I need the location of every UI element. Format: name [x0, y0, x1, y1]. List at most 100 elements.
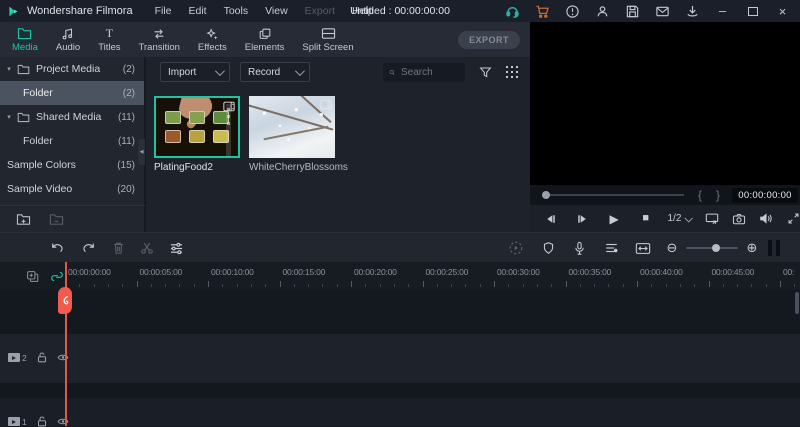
video-viewport[interactable] — [530, 22, 800, 185]
tab-titles[interactable]: T Titles — [98, 26, 120, 57]
next-frame-button[interactable] — [576, 212, 590, 226]
mail-icon[interactable] — [655, 4, 670, 19]
minimize-button[interactable]: – — [715, 4, 730, 19]
tab-media[interactable]: Media — [12, 26, 38, 57]
media-folder-icon — [17, 26, 32, 41]
stop-button[interactable]: ■ — [639, 212, 653, 226]
menu-edit[interactable]: Edit — [188, 5, 206, 17]
marker-shield-icon[interactable] — [540, 240, 556, 256]
undo-icon[interactable] — [49, 240, 65, 256]
render-preview-icon[interactable] — [508, 240, 524, 256]
preview-panel: { } 00:00:00:00 ▶ ■ 1/2 — [530, 22, 800, 232]
tab-effects[interactable]: Effects — [198, 26, 227, 57]
toggle-visibility-eye-icon[interactable] — [57, 353, 69, 362]
adjust-settings-icon[interactable] — [168, 240, 184, 256]
scrubber-track[interactable] — [550, 194, 684, 196]
search-input[interactable] — [399, 66, 459, 79]
media-item[interactable]: PlatingFood2 — [154, 96, 240, 173]
grid-view-icon[interactable] — [506, 66, 518, 78]
video-track-1[interactable]: 1 — [0, 398, 800, 426]
media-item[interactable]: WhiteCherryBlossoms — [249, 96, 335, 173]
scrubber-handle[interactable] — [542, 191, 550, 199]
lock-track-icon[interactable] — [37, 352, 47, 363]
sidebar-item-shared-media[interactable]: ▾ Shared Media (11) — [0, 105, 144, 129]
playhead-handle[interactable] — [58, 287, 72, 314]
headset-support-icon[interactable] — [505, 4, 520, 19]
search-box[interactable] — [383, 63, 465, 82]
sidebar-item-sample-colors[interactable]: Sample Colors (15) — [0, 153, 144, 177]
timeline-empty-row[interactable] — [0, 290, 800, 334]
caret-down-icon[interactable]: ▾ — [4, 113, 14, 121]
titlebar-icons: – × — [505, 4, 800, 19]
maximize-button[interactable] — [745, 4, 760, 19]
preview-timecode: 00:00:00:00 — [732, 188, 798, 203]
lock-track-icon[interactable] — [37, 416, 47, 427]
titles-t-icon: T — [106, 26, 113, 41]
voiceover-mic-icon[interactable] — [571, 240, 587, 256]
mark-in-icon[interactable]: { — [698, 188, 702, 202]
sidebar-footer-toolbar — [0, 205, 145, 232]
tab-audio[interactable]: Audio — [56, 26, 80, 57]
delete-trash-icon[interactable] — [110, 240, 126, 256]
ruler-timecode-label: 00:00:40:00 — [640, 267, 683, 277]
split-scissors-icon[interactable] — [139, 240, 155, 256]
zoom-in-icon[interactable]: ⊕ — [744, 240, 760, 256]
ruler-timecode-label: 00:00:05:00 — [140, 267, 183, 277]
video-track-2[interactable]: 2 — [0, 334, 800, 383]
info-icon[interactable] — [565, 4, 580, 19]
tab-elements[interactable]: Elements — [245, 26, 285, 57]
timeline-zoom-slider[interactable] — [686, 247, 738, 249]
previous-frame-button[interactable] — [544, 212, 558, 226]
ruler-timecode-label: 00:00:25:00 — [426, 267, 469, 277]
cart-icon[interactable] — [535, 4, 550, 19]
fullscreen-expand-icon[interactable] — [786, 212, 800, 226]
play-button[interactable]: ▶ — [607, 212, 621, 226]
fit-timeline-zoom-icon[interactable] — [635, 240, 651, 256]
thumbnail-whitecherryblossoms[interactable] — [249, 96, 335, 158]
playback-speed-dropdown[interactable]: 1/2 — [668, 213, 692, 224]
video-clip-badge-icon — [320, 99, 332, 110]
thumbnail-platingfood2[interactable] — [154, 96, 240, 158]
caret-down-icon[interactable]: ▾ — [4, 65, 14, 73]
download-icon[interactable] — [685, 4, 700, 19]
account-icon[interactable] — [595, 4, 610, 19]
import-dropdown[interactable]: Import — [160, 62, 230, 82]
snapshot-camera-icon[interactable] — [732, 212, 746, 226]
audio-mixer-icon[interactable] — [603, 240, 619, 256]
record-dropdown[interactable]: Record — [240, 62, 310, 82]
paste-clip-icon[interactable] — [26, 270, 39, 283]
close-button[interactable]: × — [775, 4, 790, 19]
tab-split-screen[interactable]: Split Screen — [302, 26, 353, 57]
ruler-timecode-label: 00:00:10:00 — [211, 267, 254, 277]
tab-transition[interactable]: Transition — [139, 26, 180, 57]
timeline-gutter — [0, 262, 65, 290]
sidebar-item-project-media[interactable]: ▾ Project Media (2) — [0, 57, 144, 81]
mirror-display-icon[interactable] — [705, 212, 719, 226]
sidebar-item-folder-project[interactable]: Folder (2) — [0, 81, 144, 105]
save-icon[interactable] — [625, 4, 640, 19]
volume-speaker-icon[interactable] — [759, 212, 773, 226]
media-grid: PlatingFood2 WhiteCherryBlossoms — [146, 87, 530, 173]
sidebar-item-sample-video[interactable]: Sample Video (20) — [0, 177, 144, 201]
new-folder-icon[interactable] — [16, 213, 31, 226]
filmora-logo-icon — [7, 5, 20, 18]
ruler-timecode-label: 00:00:00:00 — [68, 267, 111, 277]
zoom-out-icon[interactable]: ⊖ — [664, 240, 680, 256]
delete-folder-icon[interactable] — [49, 213, 64, 226]
search-icon — [389, 67, 395, 78]
menu-file[interactable]: File — [155, 5, 172, 17]
auto-ripple-magnet-icon[interactable] — [50, 270, 64, 283]
redo-icon[interactable] — [80, 240, 96, 256]
zoom-slider-handle[interactable] — [712, 244, 720, 252]
media-item-name: PlatingFood2 — [154, 162, 240, 173]
timeline-ruler[interactable]: 00:00:00:0000:00:05:0000:00:10:0000:00:1… — [0, 262, 800, 290]
menu-tools[interactable]: Tools — [224, 5, 249, 17]
timeline-scrollbar[interactable] — [795, 292, 799, 314]
sidebar-item-folder-shared[interactable]: Folder (11) — [0, 129, 144, 153]
filter-funnel-icon[interactable] — [479, 66, 492, 79]
toggle-visibility-eye-icon[interactable] — [57, 417, 69, 426]
sidebar-collapse-handle[interactable]: ◀ — [138, 139, 145, 165]
export-button[interactable]: EXPORT — [458, 31, 520, 49]
menu-view[interactable]: View — [265, 5, 288, 17]
mark-out-icon[interactable]: } — [716, 188, 720, 202]
